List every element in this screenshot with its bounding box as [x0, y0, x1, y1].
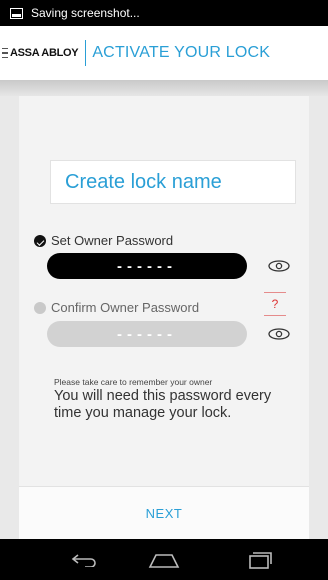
check-circle-icon — [34, 234, 46, 247]
app-bar: ASSA ABLOY ACTIVATE YOUR LOCK — [0, 26, 328, 80]
recents-icon[interactable] — [240, 547, 280, 573]
brand-logo: ASSA ABLOY — [10, 47, 79, 59]
confirm-password-field[interactable]: ------ — [47, 321, 247, 347]
form-card — [19, 96, 309, 486]
screenshot-icon — [10, 7, 23, 19]
page-title: ACTIVATE YOUR LOCK — [92, 44, 271, 61]
confirm-password-label-row: Confirm Owner Password — [34, 300, 199, 315]
set-password-label-row: Set Owner Password — [34, 233, 173, 248]
system-nav-bar — [0, 539, 328, 580]
check-circle-icon — [34, 301, 46, 314]
home-icon[interactable] — [144, 547, 184, 573]
lock-name-field[interactable] — [50, 160, 296, 204]
set-password-label: Set Owner Password — [51, 233, 174, 248]
show-password-eye-icon[interactable] — [268, 260, 290, 272]
status-text: Saving screenshot... — [31, 6, 140, 20]
hint-small-text: Please take care to remember your owner — [54, 377, 213, 387]
hint-large-text: You will need this password every time y… — [54, 388, 272, 421]
back-icon[interactable] — [64, 547, 104, 573]
status-bar: Saving screenshot... — [0, 0, 328, 26]
help-icon[interactable]: ? — [264, 292, 286, 316]
lock-name-input[interactable] — [65, 170, 295, 194]
show-confirm-password-eye-icon[interactable] — [268, 328, 290, 340]
set-password-field[interactable]: ------ — [47, 253, 247, 279]
drawer-menu-icon[interactable] — [2, 47, 8, 59]
confirm-password-label: Confirm Owner Password — [51, 300, 200, 315]
next-button[interactable]: NEXT — [146, 506, 183, 521]
footer-bar: NEXT — [19, 486, 309, 539]
title-divider — [85, 40, 87, 66]
app-bar-shadow — [0, 80, 328, 96]
